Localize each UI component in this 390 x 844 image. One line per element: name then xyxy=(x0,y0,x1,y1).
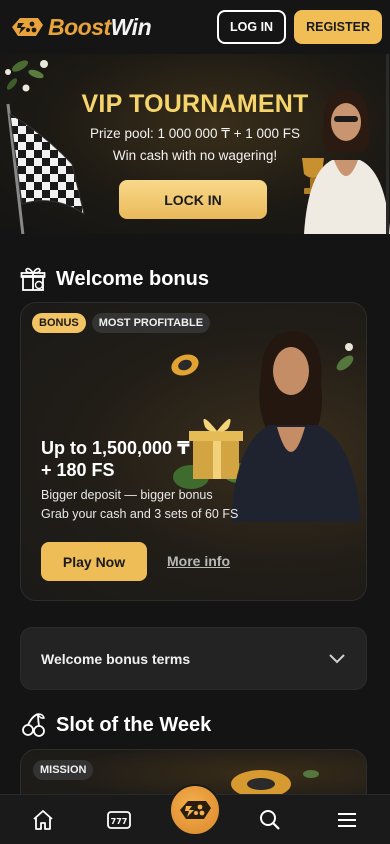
promo-model-image xyxy=(231,331,361,522)
nav-menu[interactable] xyxy=(334,807,360,833)
lock-in-button[interactable]: LOCK IN xyxy=(119,180,267,219)
nav-home[interactable] xyxy=(30,807,56,833)
menu-icon xyxy=(338,813,356,827)
welcome-bonus-terms-accordion[interactable]: Welcome bonus terms xyxy=(20,627,367,690)
bonus-description: Grab your cash and 3 sets of 60 FS xyxy=(41,507,239,521)
nav-home-logo-button[interactable] xyxy=(169,784,221,836)
bonus-tag: BONUS xyxy=(32,313,86,333)
bonus-title: Up to 1,500,000 ₸ + 180 FS xyxy=(41,437,231,481)
bonus-amount: Up to 1,500,000 ₸ xyxy=(41,438,190,458)
register-button[interactable]: REGISTER xyxy=(294,10,382,44)
slots-777-icon: 777 xyxy=(107,811,131,829)
mission-tag: MISSION xyxy=(33,760,94,780)
logo[interactable]: BoostWin xyxy=(10,13,152,41)
logo-text: BoostWin xyxy=(48,13,152,41)
bonus-description: Bigger deposit — bigger bonus xyxy=(41,488,213,502)
gift-icon xyxy=(20,267,46,291)
more-info-link[interactable]: More info xyxy=(167,553,230,569)
header: BoostWin LOG IN REGISTER xyxy=(0,0,390,54)
nav-slots[interactable]: 777 xyxy=(106,807,132,833)
svg-text:777: 777 xyxy=(111,817,128,826)
terms-label: Welcome bonus terms xyxy=(41,650,191,667)
section-title: Welcome bonus xyxy=(56,267,209,290)
header-actions: LOG IN REGISTER xyxy=(217,10,382,44)
boostwin-logo-icon xyxy=(12,18,43,36)
scrollbar[interactable] xyxy=(386,54,389,234)
login-button[interactable]: LOG IN xyxy=(217,10,287,44)
most-profitable-tag: MOST PROFITABLE xyxy=(91,313,211,333)
hero-prize-pool: Prize pool: 1 000 000 ₸ + 1 000 FS xyxy=(89,126,301,141)
hero-title: VIP TOURNAMENT xyxy=(81,90,309,118)
boostwin-logo-icon xyxy=(180,801,211,819)
section-title: Slot of the Week xyxy=(56,713,212,736)
hero-tagline: Win cash with no wagering! xyxy=(112,148,278,163)
search-icon xyxy=(260,810,280,830)
home-icon xyxy=(33,810,53,830)
welcome-bonus-heading: Welcome bonus xyxy=(20,266,209,292)
logo-text-win: Win xyxy=(110,13,152,40)
play-now-button[interactable]: Play Now xyxy=(41,542,147,581)
slot-of-the-week-heading: Slot of the Week xyxy=(20,712,211,738)
nav-search[interactable] xyxy=(257,807,283,833)
vip-tournament-banner[interactable]: VIP TOURNAMENT Prize pool: 1 000 000 ₸ +… xyxy=(0,54,390,234)
logo-text-boost: Boost xyxy=(48,13,111,40)
cherries-icon xyxy=(22,713,45,737)
casino-chip-icon xyxy=(171,354,199,376)
tag-list: BONUS MOST PROFITABLE xyxy=(32,313,211,333)
chevron-down-icon xyxy=(329,653,345,663)
bonus-free-spins: + 180 FS xyxy=(41,460,115,480)
welcome-bonus-card: BONUS MOST PROFITABLE Up to 1,500,000 ₸ … xyxy=(20,302,367,601)
